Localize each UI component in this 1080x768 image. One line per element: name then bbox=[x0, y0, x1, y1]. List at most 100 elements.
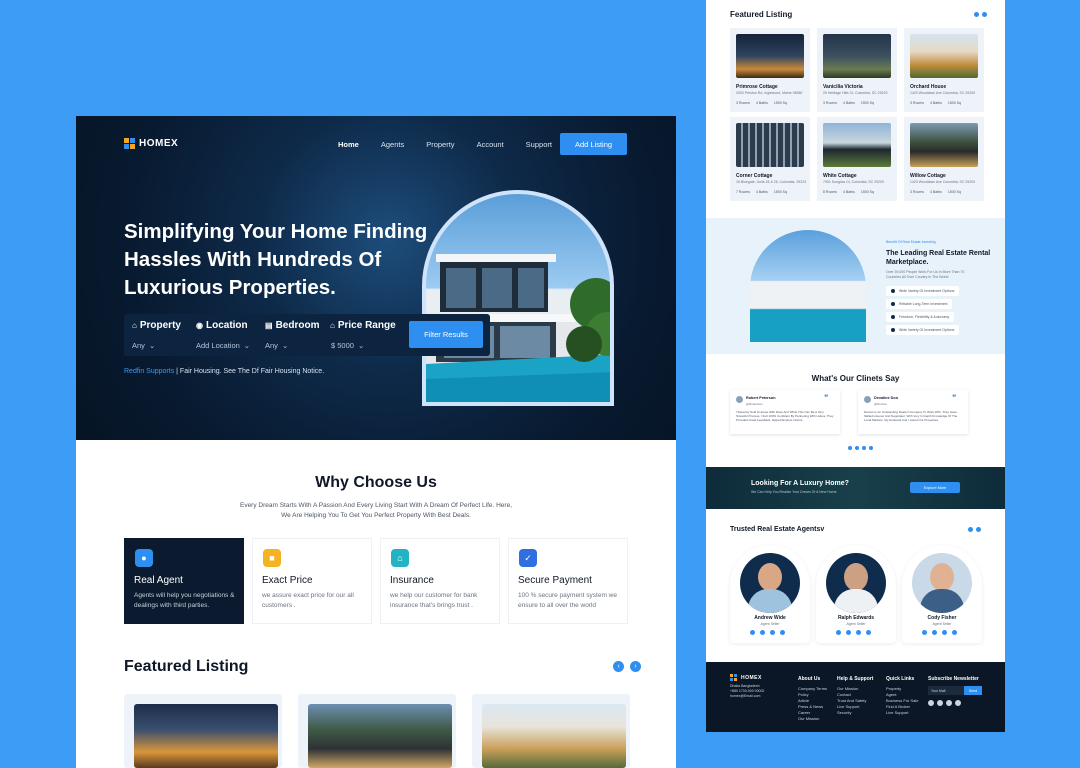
nav-account[interactable]: Account bbox=[477, 140, 504, 149]
listing-card[interactable] bbox=[298, 694, 456, 768]
facebook-icon[interactable] bbox=[928, 700, 934, 706]
price-select[interactable]: $ 5000 ⌄ bbox=[331, 341, 364, 350]
listing-photo bbox=[736, 123, 804, 167]
feature-card-secure-payment[interactable]: ✓ Secure Payment 100 % secure payment sy… bbox=[508, 538, 628, 624]
mini-listing-card[interactable]: Vanicilia Victoria 26 Heritage Hills Ct,… bbox=[817, 28, 897, 112]
nav-home[interactable]: Home bbox=[338, 140, 359, 149]
agent-card[interactable]: Cody Fisher Agent Seller bbox=[902, 545, 982, 643]
mini-listing-card[interactable]: White Cottage 7901 Sunglow Ct, Columbia,… bbox=[817, 117, 897, 201]
twitter-icon bbox=[866, 630, 871, 635]
featured-listing-title: Featured Listing bbox=[124, 658, 249, 675]
landing-page-main: HOMEX Home Agents Property Account Suppo… bbox=[76, 116, 676, 768]
listing-stats: 3 Rooms 4 Baths 1500 Sq bbox=[736, 101, 787, 105]
about-text: Over 39,000 People Work For Us In More T… bbox=[886, 270, 965, 279]
bullet-icon bbox=[891, 328, 895, 332]
prev-arrow-icon[interactable]: ‹ bbox=[613, 661, 624, 672]
about-feature: Wide Variety Of Investment Options bbox=[886, 325, 960, 335]
footer-col-title: Quick Links bbox=[886, 676, 915, 682]
agent-card[interactable]: Ralph Edwards Agent Seller bbox=[816, 545, 896, 643]
listing-address: 3000 Preston Rd, Inglewood, Maine 98380 bbox=[736, 91, 803, 95]
twitter-icon[interactable] bbox=[946, 700, 952, 706]
listing-card[interactable] bbox=[472, 694, 630, 768]
redfin-supports-link[interactable]: Redfin Supports bbox=[124, 368, 174, 375]
why-title: Why Choose Us bbox=[315, 474, 437, 491]
nav-agents[interactable]: Agents bbox=[381, 140, 404, 149]
listing-photo bbox=[823, 34, 891, 78]
add-listing-button[interactable]: Add Listing bbox=[560, 133, 627, 155]
facebook-icon bbox=[750, 630, 755, 635]
instagram-icon[interactable] bbox=[937, 700, 943, 706]
feature-card-exact-price[interactable]: ■ Exact Price we assure exact price for … bbox=[252, 538, 372, 624]
bed-icon: ▤ bbox=[265, 321, 273, 330]
footer-newsletter: Subscribe Newsletter Your Mail Send bbox=[928, 676, 982, 706]
agents-carousel-arrows[interactable] bbox=[968, 527, 981, 532]
next-arrow-icon[interactable]: › bbox=[630, 661, 641, 672]
listing-card[interactable] bbox=[124, 694, 282, 768]
mini-listing-card[interactable]: Willow Cottage 1420 Woodlawn Ave Columbi… bbox=[904, 117, 984, 201]
listing-photo bbox=[736, 34, 804, 78]
bullet-icon bbox=[891, 289, 895, 293]
bedroom-filter-label: ▤ Bedroom bbox=[265, 320, 320, 331]
footer-link[interactable]: Our Mission bbox=[798, 716, 827, 722]
chevron-down-icon: ⌄ bbox=[148, 341, 156, 350]
property-search-bar: ⌂ Property Any ⌄ ◉ Location Add Location ⌄ ▤… bbox=[124, 314, 490, 356]
footer-col-title: Subscribe Newsletter bbox=[928, 676, 979, 682]
listing-stats: 3 Rooms 4 Baths 1500 Sq bbox=[910, 190, 961, 194]
carousel-arrows[interactable] bbox=[974, 12, 987, 17]
listing-address: 16 Bluegate, Units 24 & 26, Columbia, 29… bbox=[736, 180, 807, 184]
explore-more-button[interactable]: Explore More bbox=[910, 482, 960, 493]
feature-card-title: Real Agent bbox=[134, 575, 183, 586]
next-arrow-icon bbox=[976, 527, 981, 532]
testimonial-card: Devaline Don @Devlion ❝ Dames Is An Outs… bbox=[858, 390, 968, 434]
pagination-dot bbox=[869, 446, 873, 450]
agent-photo bbox=[826, 553, 886, 613]
brand-logo[interactable]: HOMEX bbox=[124, 138, 178, 149]
testimonial-pagination[interactable] bbox=[848, 446, 873, 450]
property-select[interactable]: Any ⌄ bbox=[132, 341, 155, 350]
listing-stats: 3 Rooms 4 Baths 1500 Sq bbox=[910, 101, 961, 105]
bedroom-select[interactable]: Any ⌄ bbox=[265, 341, 288, 350]
prev-arrow-icon bbox=[968, 527, 973, 532]
agent-social-links bbox=[922, 630, 957, 635]
footer-logo[interactable]: HOMEX bbox=[730, 674, 762, 681]
quote-icon: ❝ bbox=[952, 393, 957, 402]
testimonial-text: Dames Is An Outstanding Dealer! Company … bbox=[864, 410, 958, 423]
location-select[interactable]: Add Location ⌄ bbox=[196, 341, 250, 350]
bullet-icon bbox=[891, 302, 895, 306]
logo-icon bbox=[730, 674, 737, 681]
feature-card-title: Exact Price bbox=[262, 575, 313, 586]
next-arrow-icon bbox=[982, 12, 987, 17]
modern-house-illustration bbox=[426, 254, 610, 402]
hero-section: HOMEX Home Agents Property Account Suppo… bbox=[76, 116, 676, 440]
nav-support[interactable]: Support bbox=[526, 140, 552, 149]
listing-stats: 3 Rooms 4 Baths 1500 Sq bbox=[823, 101, 874, 105]
mini-listing-card[interactable]: Primrose Cottage 3000 Preston Rd, Inglew… bbox=[730, 28, 810, 112]
testimonial-text: I Recently Sold A House With Dave And Wh… bbox=[736, 410, 834, 423]
testimonial-name: Devaline Don bbox=[874, 396, 899, 400]
mini-listing-card[interactable]: Orchard House 1420 Woodlawn Ave Columbia… bbox=[904, 28, 984, 112]
feature-card-insurance[interactable]: ⌂ Insurance we help our customer for ban… bbox=[380, 538, 500, 624]
feature-card-real-agent[interactable]: ● Real Agent Agents will help you negoti… bbox=[124, 538, 244, 624]
cta-title: Looking For A Luxury Home? bbox=[751, 480, 849, 487]
footer-link[interactable]: Live Support bbox=[886, 710, 918, 716]
footer-link[interactable]: Security bbox=[837, 710, 873, 716]
listing-name: Vanicilia Victoria bbox=[823, 84, 863, 90]
filter-results-button[interactable]: Filter Results bbox=[409, 321, 483, 348]
listing-name: Corner Cottage bbox=[736, 173, 773, 179]
nav-property[interactable]: Property bbox=[426, 140, 454, 149]
about-feature: Reliable Long-Term Investment bbox=[886, 299, 953, 309]
listing-photo bbox=[482, 704, 626, 768]
agent-photo bbox=[912, 553, 972, 613]
instagram-icon bbox=[846, 630, 851, 635]
fair-housing-text: Fair Housing. See The Df Fair Housing No… bbox=[179, 368, 325, 375]
linkedin-icon[interactable] bbox=[955, 700, 961, 706]
mini-listing-card[interactable]: Corner Cottage 16 Bluegate, Units 24 & 2… bbox=[730, 117, 810, 201]
pagination-dot bbox=[862, 446, 866, 450]
agent-card[interactable]: Andrew Wide Agent Seller bbox=[730, 545, 810, 643]
footer-col-title: About Us bbox=[798, 676, 821, 682]
logo-icon bbox=[124, 138, 135, 149]
newsletter-email-input[interactable]: Your Mail Send bbox=[928, 686, 982, 695]
listing-address: 26 Heritage Hills Ct, Columbia, SC 29229 bbox=[823, 91, 888, 95]
newsletter-send-button[interactable]: Send bbox=[964, 686, 982, 695]
feature-card-text: we assure exact price for our all custom… bbox=[262, 592, 354, 609]
